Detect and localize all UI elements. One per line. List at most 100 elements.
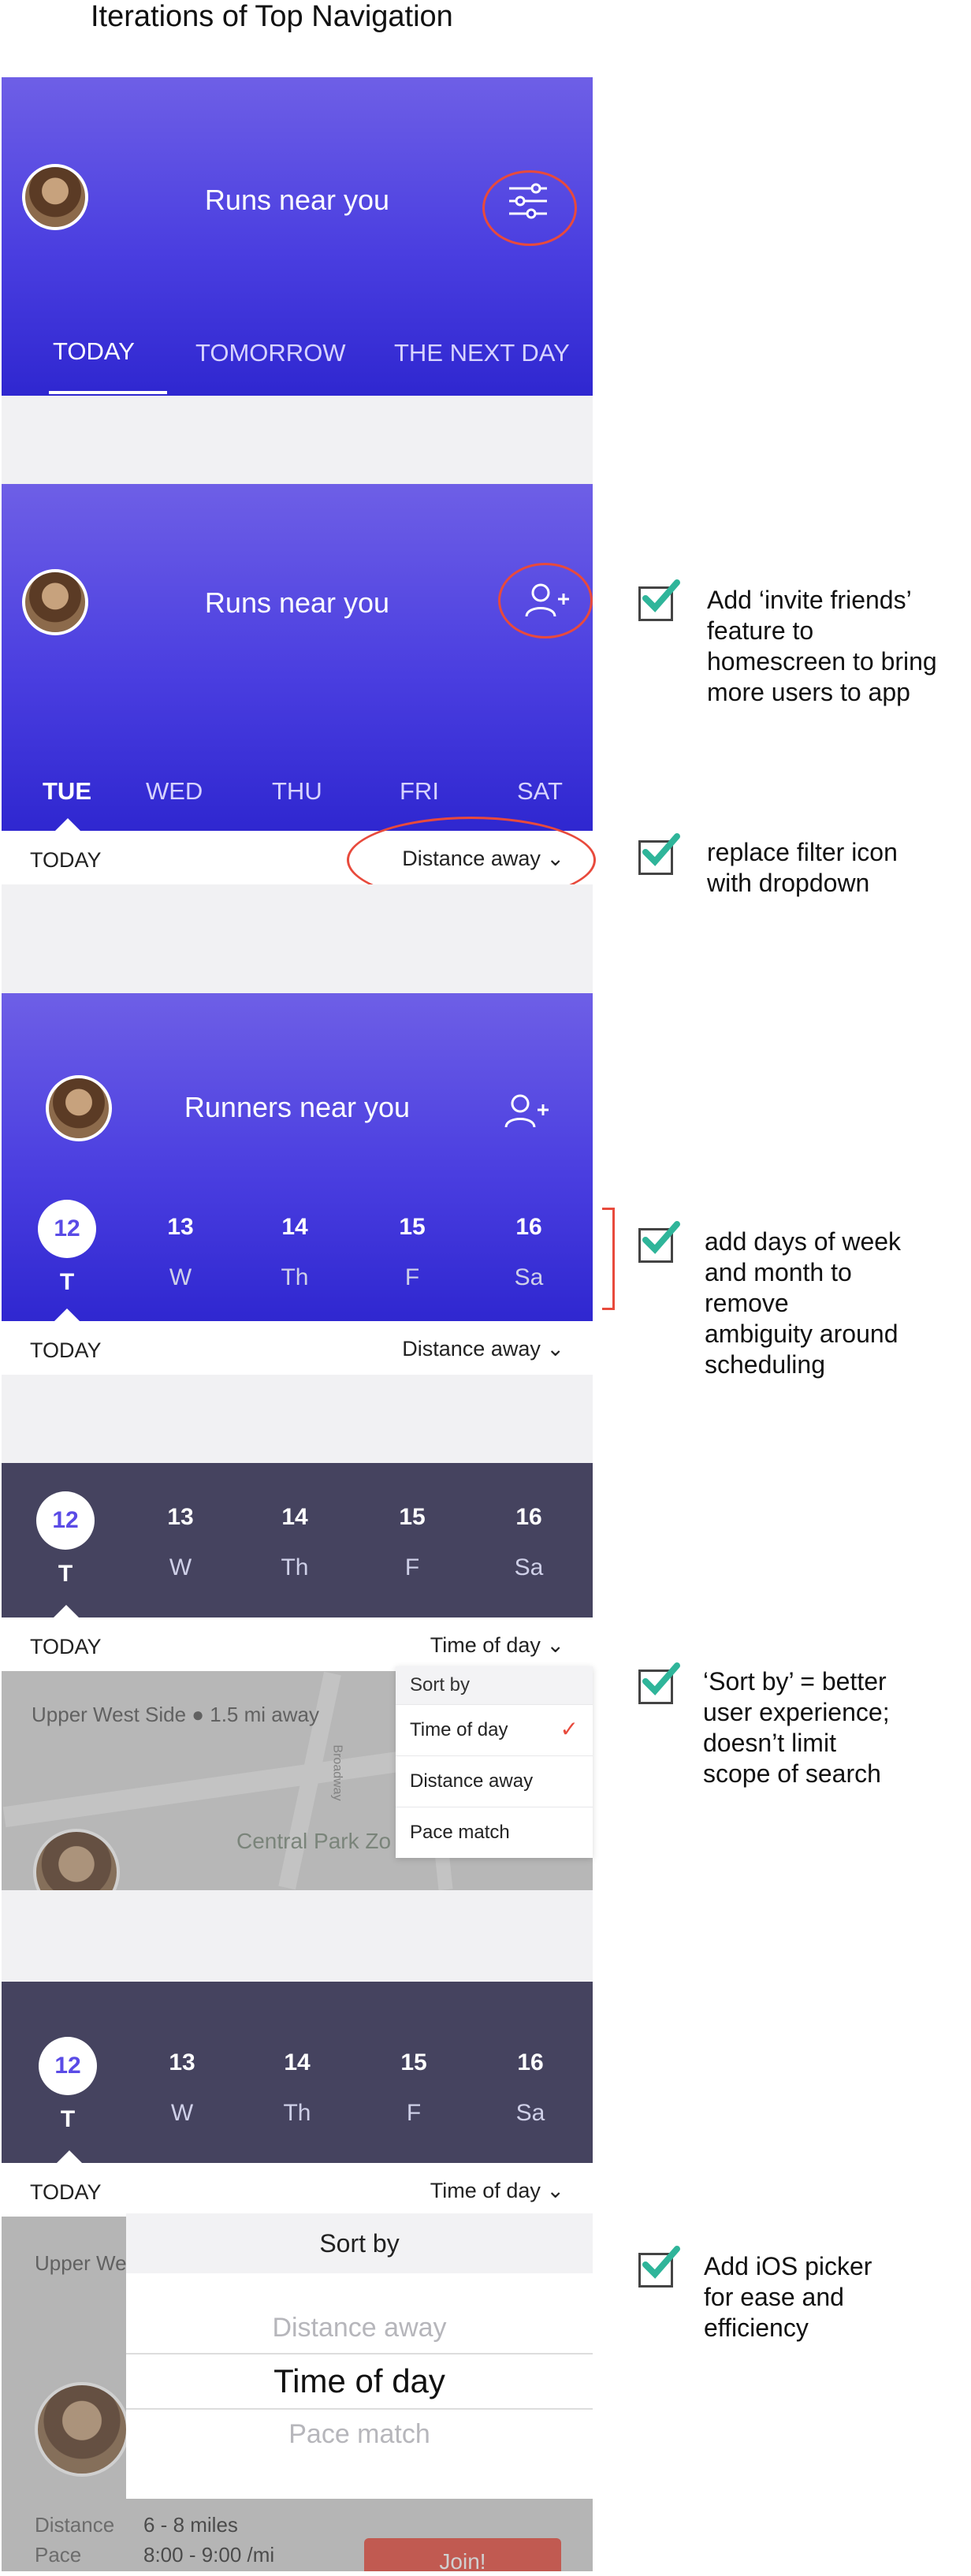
day-number: 14 — [281, 1504, 308, 1530]
day-16[interactable]: 16 Sa — [493, 1504, 564, 1581]
day-weekday: T — [60, 2106, 76, 2132]
option-label: Time of day — [410, 1719, 508, 1740]
screen-title: Runs near you — [204, 586, 390, 619]
chevron-down-icon: ⌄ — [546, 1337, 564, 1361]
day-13[interactable]: 13 W — [145, 1504, 216, 1581]
tab-next-day[interactable]: THE NEXT DAY — [394, 339, 570, 367]
checkbox-checked-icon — [638, 833, 680, 875]
day-wed[interactable]: WED — [146, 777, 203, 806]
day-weekday: Th — [281, 1264, 309, 1290]
day-number: 14 — [281, 1214, 308, 1240]
avatar[interactable] — [22, 569, 88, 635]
screen-3-header: Runners near you 12 T 13 W 14 Th 15 F 16 Sa — [2, 993, 593, 1321]
avatar[interactable] — [46, 1075, 112, 1141]
day-number: 16 — [515, 1504, 542, 1530]
checkbox-checked-icon — [638, 1221, 680, 1263]
day-weekday: Sa — [515, 2100, 545, 2126]
day-13[interactable]: 13 W — [147, 2049, 218, 2127]
subbar-today: TODAY — [30, 2180, 102, 2204]
chevron-down-icon: ⌄ — [546, 2179, 564, 2202]
subbar-today: TODAY — [30, 848, 102, 872]
day-sat[interactable]: SAT — [517, 777, 563, 806]
day-number: 16 — [517, 2049, 544, 2075]
picker-option-distance[interactable]: Distance away — [126, 2313, 593, 2343]
sort-dropdown[interactable]: Time of day ⌄ — [430, 1633, 564, 1658]
checkmark-icon: ✓ — [560, 1717, 579, 1741]
tab-today[interactable]: TODAY — [53, 337, 135, 366]
day-15[interactable]: 15 F — [377, 1504, 448, 1581]
note-ios-picker: Add iOS picker for ease and efficiency — [704, 2252, 872, 2342]
day-weekday: Sa — [514, 1554, 544, 1580]
day-fri[interactable]: FRI — [400, 777, 439, 806]
day-number: 15 — [399, 1214, 426, 1240]
day-15[interactable]: 15 F — [378, 2049, 449, 2127]
day-number: 13 — [167, 1504, 194, 1530]
option-pace-match[interactable]: Pace match — [396, 1807, 593, 1858]
day-weekday: T — [58, 1561, 73, 1587]
day-14[interactable]: 14 Th — [259, 1214, 330, 1291]
day-weekday: T — [59, 1269, 75, 1295]
divider-gap — [2, 1890, 593, 1982]
selected-notch — [55, 818, 80, 831]
day-number: 16 — [515, 1214, 542, 1240]
checkbox-checked-icon — [638, 2246, 680, 2288]
annotation-circle — [482, 170, 577, 246]
day-number: 13 — [169, 2049, 195, 2075]
screen-title: Runners near you — [184, 1091, 411, 1123]
note-invite-friends: Add ‘invite friends’ feature to homescre… — [707, 586, 937, 706]
option-time-of-day[interactable]: Time of day ✓ — [396, 1704, 593, 1755]
screen-title: Runs near you — [204, 184, 390, 216]
divider-gap — [2, 884, 593, 993]
ios-picker: Sort by Distance away Time of day Pace m… — [126, 2213, 593, 2499]
chevron-down-icon: ⌄ — [546, 1633, 564, 1657]
picker-option-time[interactable]: Time of day — [126, 2353, 593, 2410]
note-sort-by: ‘Sort by’ = better user experience; does… — [703, 1667, 890, 1788]
note-days-of-week: add days of week and month to remove amb… — [705, 1227, 902, 1379]
sort-dropdown-label: Time of day — [430, 2179, 541, 2202]
day-number: 15 — [400, 2049, 427, 2075]
page-title: Iterations of Top Navigation — [91, 0, 453, 33]
day-number: 12 — [38, 1200, 96, 1258]
dropdown-header: Sort by — [396, 1666, 593, 1704]
day-tue[interactable]: TUE — [43, 777, 91, 806]
sort-dropdown[interactable]: Distance away ⌄ — [402, 1337, 564, 1361]
divider-gap — [2, 1375, 593, 1463]
tab-underline — [49, 391, 167, 394]
day-15[interactable]: 15 F — [377, 1214, 448, 1291]
screen-3-subbar: TODAY Distance away ⌄ — [2, 1321, 593, 1376]
day-weekday: F — [404, 1554, 420, 1580]
picker-option-pace[interactable]: Pace match — [126, 2419, 593, 2450]
day-number: 14 — [284, 2049, 311, 2075]
day-weekday: Th — [281, 1554, 309, 1580]
screen-5-subbar: TODAY Time of day ⌄ — [2, 2163, 593, 2217]
selected-notch — [57, 2150, 82, 2163]
day-weekday: W — [169, 1264, 192, 1290]
day-thu[interactable]: THU — [272, 777, 322, 806]
picker-header: Sort by — [126, 2213, 593, 2273]
day-13[interactable]: 13 W — [145, 1214, 216, 1291]
sort-dropdown-label: Distance away — [402, 1337, 541, 1361]
day-16[interactable]: 16 Sa — [493, 1214, 564, 1291]
day-14[interactable]: 14 Th — [262, 2049, 333, 2127]
day-12[interactable]: 12 T — [32, 2037, 103, 2133]
day-number: 12 — [39, 2037, 97, 2095]
add-user-icon[interactable] — [503, 1091, 550, 1130]
day-weekday: Sa — [514, 1264, 544, 1290]
checkbox-checked-icon — [638, 579, 680, 621]
option-distance-away[interactable]: Distance away — [396, 1755, 593, 1807]
sort-dropdown[interactable]: Time of day ⌄ — [430, 2179, 564, 2203]
screen-1-header: Runs near you TODAY TOMORROW THE NEXT DA… — [2, 77, 593, 396]
screen-4-header: 12 T 13 W 14 Th 15 F 16 Sa — [2, 1463, 593, 1617]
day-12[interactable]: 12 T — [30, 1491, 101, 1588]
avatar[interactable] — [22, 164, 88, 230]
day-12[interactable]: 12 T — [32, 1200, 102, 1296]
selected-notch — [54, 1605, 79, 1617]
day-weekday: F — [406, 2100, 422, 2126]
day-weekday: W — [169, 1554, 192, 1580]
sort-dropdown-label: Time of day — [430, 1633, 541, 1657]
day-16[interactable]: 16 Sa — [495, 2049, 566, 2127]
day-14[interactable]: 14 Th — [259, 1504, 330, 1581]
day-weekday: F — [404, 1264, 420, 1290]
tab-tomorrow[interactable]: TOMORROW — [195, 339, 346, 367]
day-weekday: W — [170, 2100, 194, 2126]
